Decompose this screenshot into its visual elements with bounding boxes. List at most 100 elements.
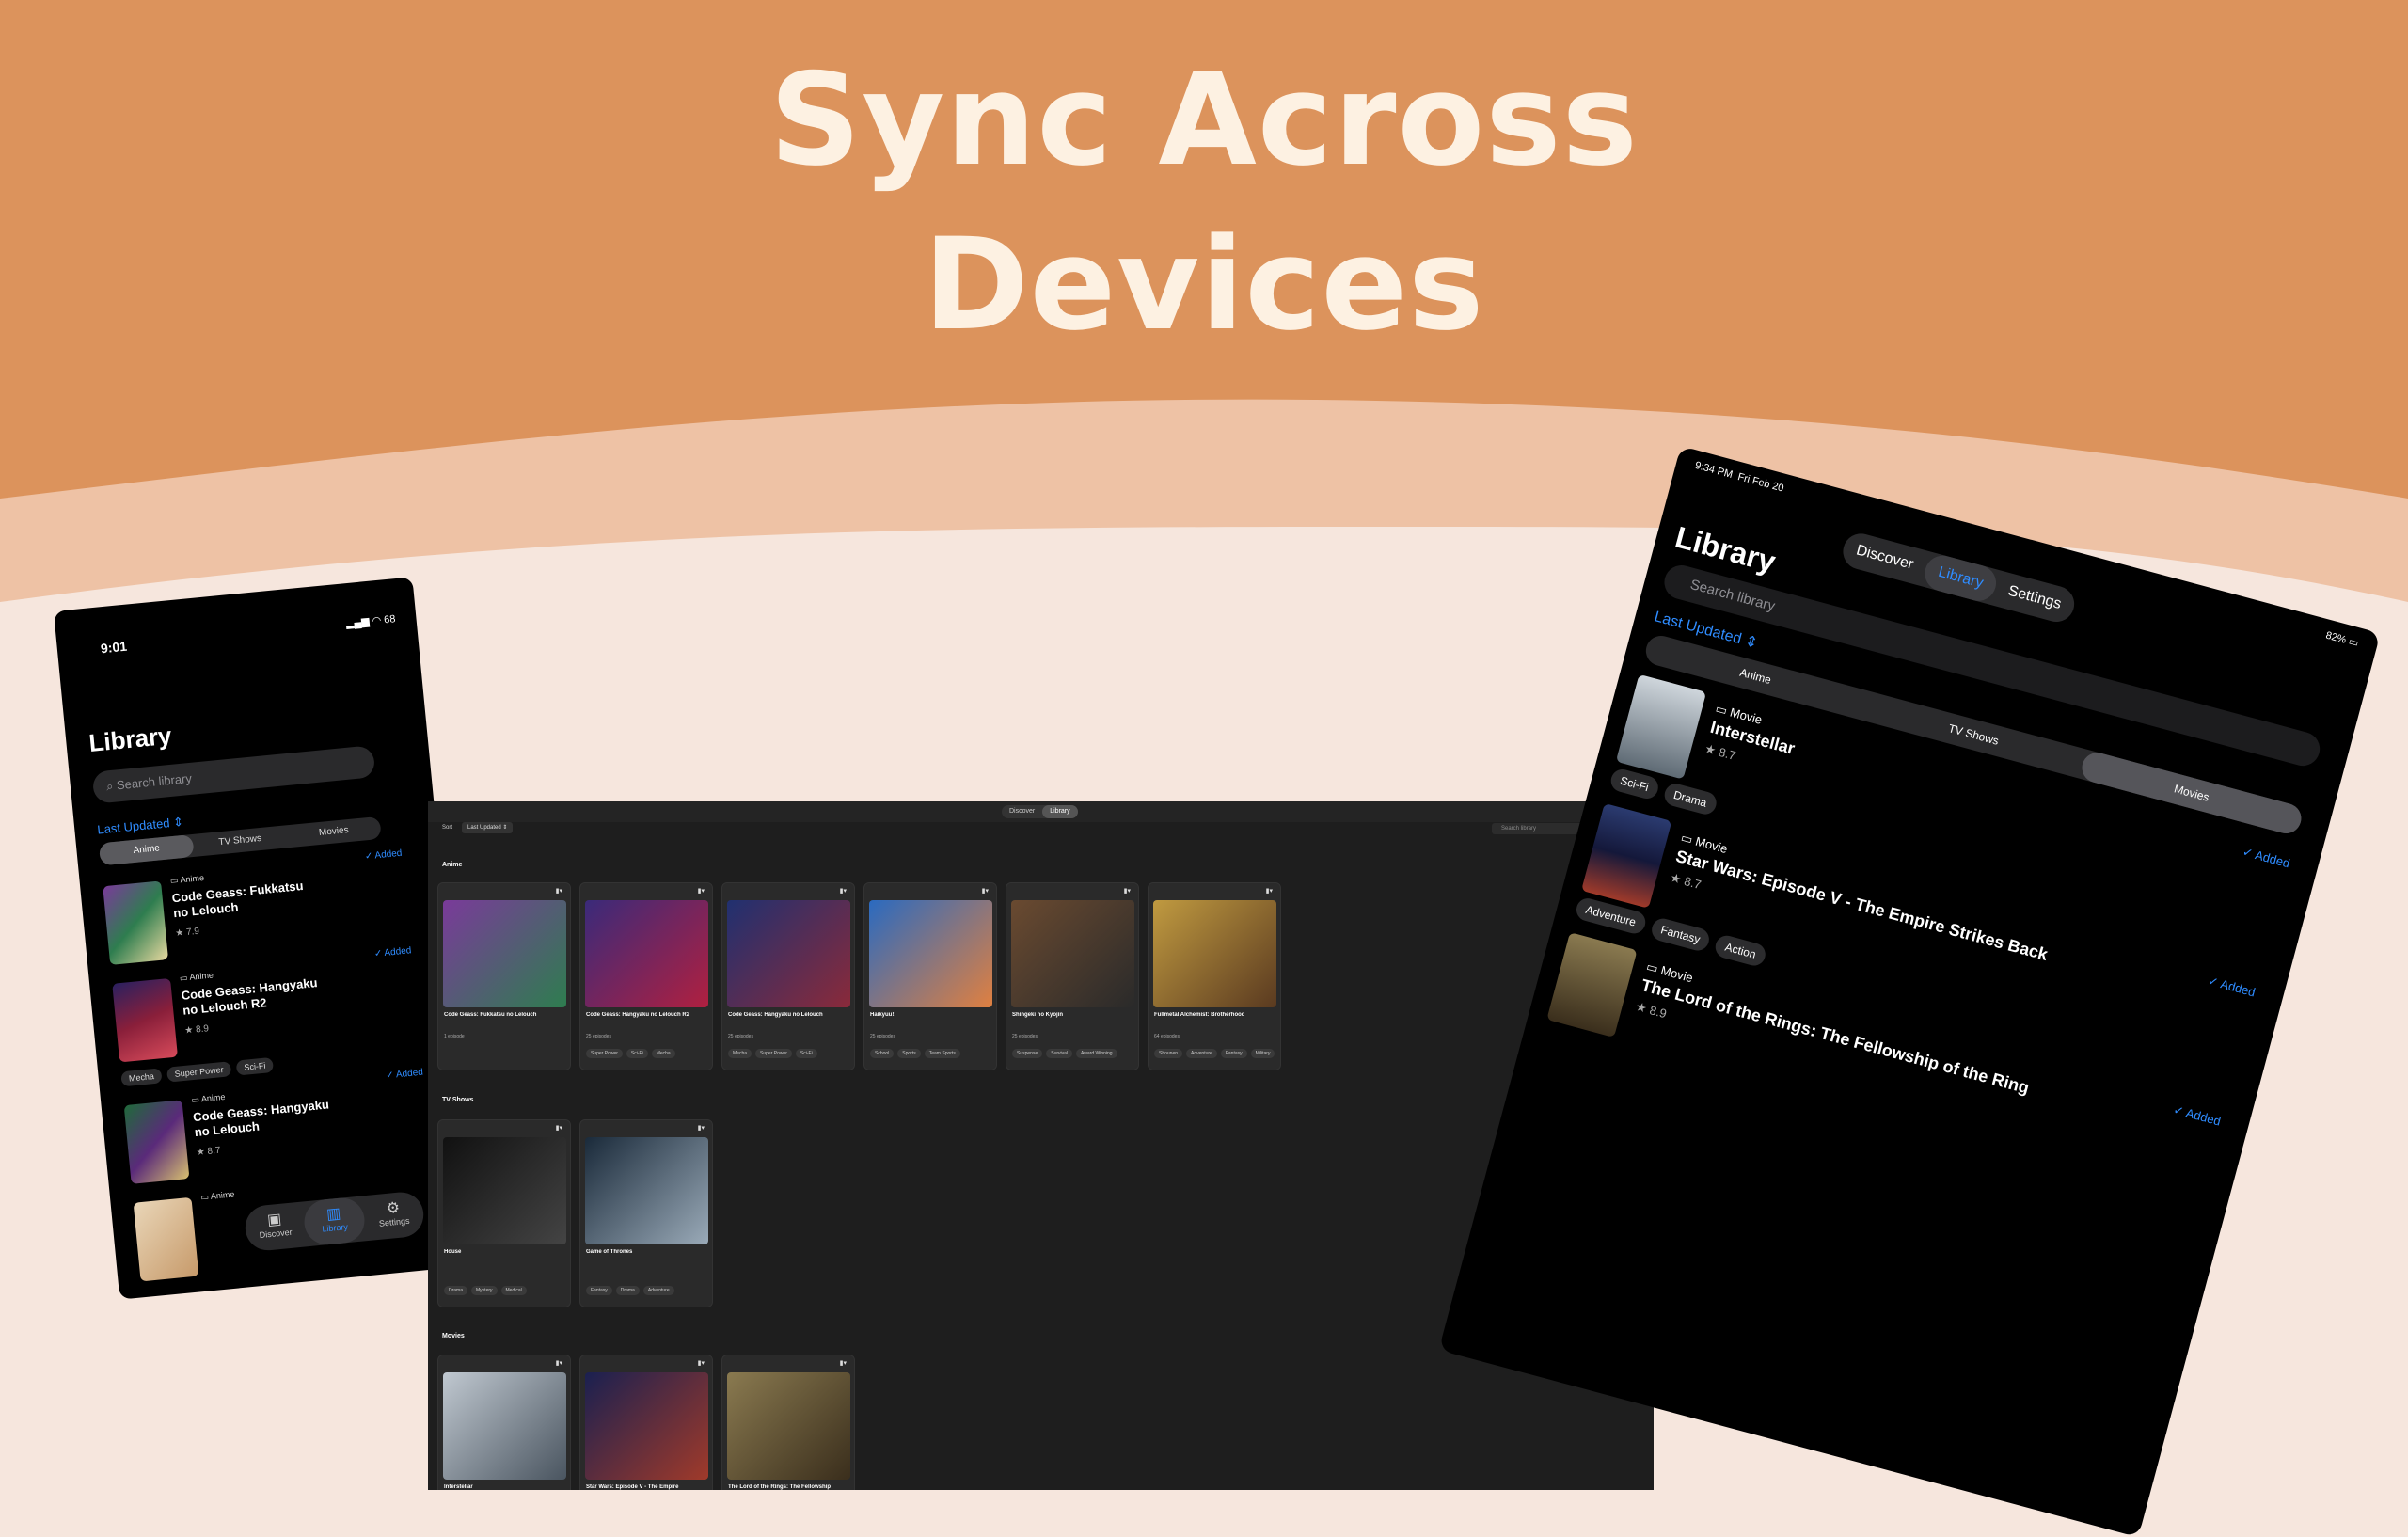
media-card[interactable]: ▮▾ Code Geass: Fukkatsu no Lelouch 1 episo… (437, 882, 571, 1070)
tag[interactable]: Mystery (471, 1286, 498, 1295)
tag[interactable]: Action (1713, 933, 1768, 969)
tag-list: Fantasy Drama Adventure (586, 1286, 674, 1295)
tag[interactable]: Sci-Fi (1608, 767, 1661, 801)
media-card[interactable]: ▮▾ Star Wars: Episode V - The Empire (579, 1355, 713, 1490)
search-input[interactable]: ⌕ Search library (91, 745, 376, 804)
tag-list: Super Power Sci-Fi Mecha (586, 1049, 675, 1058)
tag[interactable]: Drama (444, 1286, 468, 1295)
tag[interactable]: Suspense (1012, 1049, 1043, 1058)
tag[interactable]: Sci-Fi (795, 1049, 817, 1058)
tab-discover[interactable]: Discover (1839, 530, 1930, 586)
tag[interactable]: Mecha (651, 1049, 675, 1058)
episode-count: 64 episodes (1154, 1034, 1180, 1039)
media-card[interactable]: ▮▾ Interstellar (437, 1355, 571, 1490)
media-card[interactable]: ▮▾ Shingeki no Kyojin 25 episodes Suspense S… (1006, 882, 1139, 1070)
sort-button[interactable]: Last Updated ⇕ (97, 815, 184, 838)
tag[interactable]: Fantasy (586, 1286, 612, 1295)
bookmark-icon[interactable]: ▮▾ (840, 887, 847, 895)
headline-line-1: Sync Across (769, 46, 1639, 194)
rating: ★ 8.7 (1669, 870, 1703, 893)
poster-image (443, 900, 566, 1007)
poster-image (585, 900, 708, 1007)
bookmark-icon[interactable]: ▮▾ (698, 1124, 705, 1132)
tag-list: Suspense Survival Award Winning (1012, 1049, 1117, 1058)
media-card[interactable]: ▮▾ Code Geass: Hangyaku no Lelouch 25 epis… (721, 882, 855, 1070)
added-text: Added (2219, 976, 2258, 1000)
rating-value: 8.9 (195, 1023, 210, 1036)
tag[interactable]: Medical (500, 1286, 527, 1295)
tag[interactable]: Mecha (728, 1049, 752, 1058)
media-card[interactable]: ▮▾ Code Geass: Hangyaku no Lelouch R2 25 e… (579, 882, 713, 1070)
tag[interactable]: Adventure (642, 1286, 674, 1295)
bookmark-icon[interactable]: ▮▾ (982, 887, 989, 895)
poster-image (133, 1196, 199, 1282)
rating-value: 8.7 (207, 1145, 221, 1157)
segment-movies[interactable]: Movies (286, 816, 382, 848)
tab-discover[interactable]: Discover (1002, 805, 1042, 818)
added-badge: ✓ Added (373, 945, 412, 959)
card-title: House (444, 1249, 462, 1255)
time-text: 9:34 PM (1693, 459, 1735, 482)
tag[interactable]: Super Power (586, 1049, 623, 1058)
tag[interactable]: Super Power (166, 1061, 232, 1083)
bookmark-icon[interactable]: ▮▾ (556, 1359, 562, 1367)
section-title-tv-shows: TV Shows (442, 1097, 474, 1103)
tab-library[interactable]: Library (1921, 551, 2001, 606)
segment-anime[interactable]: Anime (98, 833, 195, 866)
bookmark-icon[interactable]: ▮▾ (840, 1359, 847, 1367)
poster-image (1153, 900, 1276, 1007)
tab-library[interactable]: ▥ Library (302, 1196, 367, 1247)
media-card[interactable]: ▮▾ The Lord of the Rings: The Fellowship (721, 1355, 855, 1490)
tag[interactable]: School (870, 1049, 895, 1058)
tab-library[interactable]: Library (1042, 805, 1078, 818)
media-card[interactable]: ▮▾ Game of Thrones Fantasy Drama Adventure (579, 1119, 713, 1307)
tag[interactable]: Fantasy (1220, 1049, 1247, 1058)
media-card[interactable]: ▮▾ House Drama Mystery Medical (437, 1119, 571, 1307)
bookmark-icon[interactable]: ▮▾ (698, 887, 705, 895)
bookmark-icon[interactable]: ▮▾ (1266, 887, 1273, 895)
phone-screen: 9:01 ▂▄▆ ◠ 68 Library ⌕ Search library L… (54, 577, 479, 1300)
poster-image (869, 900, 992, 1007)
rating: ★ 8.9 (1634, 999, 1669, 1022)
poster-image (443, 1372, 566, 1480)
tag[interactable]: Team Sports (924, 1049, 960, 1058)
sort-dropdown[interactable]: Last Updated ⇕ (462, 822, 514, 833)
section-title-movies: Movies (442, 1333, 465, 1339)
tag[interactable]: Shounen (1154, 1049, 1183, 1058)
bookmark-icon[interactable]: ▮▾ (1124, 887, 1131, 895)
media-card[interactable]: ▮▾ Haikyuu!! 25 episodes School Sports Team S… (863, 882, 997, 1070)
tag[interactable]: Award Winning (1076, 1049, 1117, 1058)
rating: ★ 8.7 (196, 1145, 221, 1159)
bookmark-icon[interactable]: ▮▾ (556, 1124, 562, 1132)
sort-chevron-icon: ⇕ (172, 814, 184, 830)
tag[interactable]: Fantasy (1649, 915, 1712, 954)
tag[interactable]: Sci-Fi (235, 1056, 275, 1076)
tag[interactable]: Drama (1661, 781, 1719, 817)
tag[interactable]: Sports (897, 1049, 921, 1058)
card-title: Interstellar (444, 1484, 473, 1490)
tab-discover[interactable]: ▣ Discover (244, 1202, 308, 1253)
tab-label: Discover (259, 1227, 293, 1241)
kind-label: ▭ Anime (169, 873, 205, 886)
bookmark-icon[interactable]: ▮▾ (556, 887, 562, 895)
tag-list: Shounen Adventure Fantasy Military (1154, 1049, 1275, 1058)
tag[interactable]: Drama (615, 1286, 640, 1295)
kind-label: ▭ Anime (199, 1189, 235, 1202)
rating: ★ 8.9 (183, 1023, 210, 1037)
tag[interactable]: Military (1250, 1049, 1275, 1058)
tag[interactable]: Super Power (755, 1049, 792, 1058)
tab-settings[interactable]: ⚙ Settings (362, 1190, 426, 1241)
added-badge: ✓ Added (2241, 844, 2292, 871)
media-card[interactable]: ▮▾ Fullmetal Alchemist: Brotherhood 64 epi… (1148, 882, 1281, 1070)
added-badge: ✓ Added (2172, 1101, 2223, 1129)
tab-settings[interactable]: Settings (1991, 570, 2079, 626)
view-switcher: Discover Library (1002, 805, 1078, 818)
segment-tv-shows[interactable]: TV Shows (192, 825, 288, 856)
poster-image (585, 1372, 708, 1480)
bookmark-icon[interactable]: ▮▾ (698, 1359, 705, 1367)
tag[interactable]: Sci-Fi (626, 1049, 648, 1058)
tag[interactable]: Mecha (120, 1068, 163, 1087)
tag[interactable]: Adventure (1186, 1049, 1217, 1058)
tag[interactable]: Survival (1046, 1049, 1073, 1058)
poster-image (1011, 900, 1134, 1007)
